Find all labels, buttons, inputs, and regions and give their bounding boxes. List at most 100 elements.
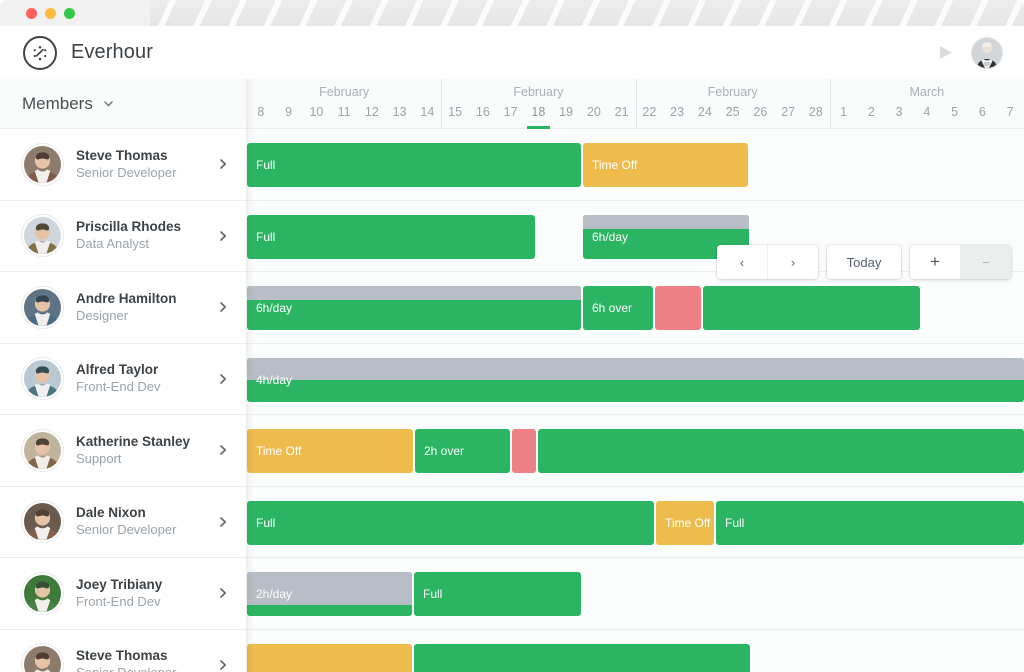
- today-button[interactable]: Today: [827, 245, 901, 279]
- month-label: February: [319, 85, 370, 99]
- day-label[interactable]: 12: [358, 105, 386, 129]
- member-role: Front-End Dev: [76, 379, 161, 395]
- allocation-bar[interactable]: [247, 643, 412, 672]
- chevron-right-icon[interactable]: [216, 443, 230, 457]
- member-row[interactable]: Katherine Stanley Support: [0, 415, 246, 487]
- allocation-bar[interactable]: [538, 429, 1024, 473]
- day-label[interactable]: 25: [719, 105, 747, 129]
- timeline-panel[interactable]: FebruaryFebruaryFebruaryMarchMarch 89101…: [247, 79, 1024, 672]
- day-label[interactable]: 22: [636, 105, 664, 129]
- day-label[interactable]: 13: [386, 105, 414, 129]
- day-label[interactable]: 27: [774, 105, 802, 129]
- allocation-bar[interactable]: [655, 286, 701, 330]
- allocation-bar[interactable]: [703, 286, 920, 330]
- allocation-bar[interactable]: Time Off: [247, 429, 413, 473]
- allocation-bar[interactable]: Full: [247, 143, 581, 187]
- member-role: Data Analyst: [76, 236, 149, 252]
- timeline-rows[interactable]: Full Time Off Full 6h/day 6h/day 6h over 4h/da…: [247, 129, 1024, 672]
- day-label[interactable]: 4: [913, 105, 941, 129]
- day-label[interactable]: 1: [830, 105, 858, 129]
- day-label[interactable]: 8: [247, 105, 275, 129]
- chevron-right-icon[interactable]: [216, 372, 230, 386]
- day-label[interactable]: 28: [802, 105, 830, 129]
- timeline-toolbar[interactable]: ‹ › Today + −: [717, 245, 1011, 279]
- next-period-button[interactable]: ›: [767, 245, 818, 279]
- zoom-in-button[interactable]: +: [910, 245, 960, 279]
- zoom-out-button[interactable]: −: [960, 245, 1011, 279]
- day-label[interactable]: 16: [469, 105, 497, 129]
- zoom-group[interactable]: + −: [910, 245, 1011, 279]
- day-label[interactable]: 6: [969, 105, 997, 129]
- day-label[interactable]: 23: [663, 105, 691, 129]
- day-label[interactable]: 26: [747, 105, 775, 129]
- previous-period-button[interactable]: ‹: [717, 245, 767, 279]
- day-label[interactable]: 15: [441, 105, 469, 129]
- user-avatar[interactable]: [971, 36, 1003, 69]
- day-label[interactable]: 14: [414, 105, 442, 129]
- chevron-right-icon[interactable]: [216, 157, 230, 171]
- member-row[interactable]: Dale Nixon Senior Developer: [0, 486, 246, 558]
- minimize-window-button[interactable]: [45, 8, 56, 19]
- timeline-nav-group[interactable]: ‹ ›: [717, 245, 818, 279]
- timeline-row[interactable]: 4h/day: [247, 343, 1024, 415]
- day-label[interactable]: 3: [885, 105, 913, 129]
- chevron-right-icon[interactable]: [216, 300, 230, 314]
- today-group[interactable]: Today: [827, 245, 901, 279]
- timeline-row[interactable]: Time Off 2h over: [247, 415, 1024, 487]
- member-row[interactable]: Steve ThomasSenior Developer: [0, 629, 246, 672]
- allocation-bar[interactable]: Full: [414, 572, 581, 616]
- allocation-bar[interactable]: Full: [716, 500, 1024, 545]
- allocation-bar[interactable]: 6h/day: [247, 286, 581, 330]
- member-info: Steve ThomasSenior Developer: [76, 647, 176, 672]
- day-label[interactable]: 9: [275, 105, 303, 129]
- members-header[interactable]: Members: [0, 79, 246, 129]
- member-row[interactable]: Andre Hamilton Designer: [0, 272, 246, 344]
- member-role: Front-End Dev: [76, 593, 161, 609]
- day-label[interactable]: 24: [691, 105, 719, 129]
- day-label[interactable]: 19: [552, 105, 580, 129]
- allocation-bar[interactable]: [512, 429, 536, 473]
- allocation-bar[interactable]: Time Off: [583, 143, 748, 187]
- allocation-label: Full: [256, 158, 276, 172]
- day-label[interactable]: 5: [941, 105, 969, 129]
- member-avatar: [22, 572, 63, 614]
- timeline-row[interactable]: 2h/day Full: [247, 558, 1024, 630]
- window-controls[interactable]: [26, 8, 75, 19]
- allocation-bar[interactable]: 4h/day: [247, 357, 1024, 402]
- timeline-row[interactable]: [247, 629, 1024, 672]
- allocation-bar[interactable]: 2h over: [415, 429, 510, 473]
- play-triangle-icon[interactable]: [935, 42, 957, 64]
- timeline-row[interactable]: Full Time Off Full: [247, 486, 1024, 558]
- chevron-right-icon[interactable]: [216, 515, 230, 529]
- timeline-row[interactable]: Full Time Off: [247, 129, 1024, 201]
- chevron-right-icon[interactable]: [216, 229, 230, 243]
- member-row[interactable]: Priscilla Rhodes Data Analyst: [0, 200, 246, 272]
- day-label[interactable]: 11: [330, 105, 358, 129]
- allocation-bar[interactable]: 2h/day: [247, 572, 412, 616]
- day-label[interactable]: 20: [580, 105, 608, 129]
- allocation-label: 6h/day: [256, 301, 293, 315]
- member-name: Katherine Stanley: [76, 433, 191, 449]
- allocation-bar[interactable]: Time Off: [656, 500, 714, 545]
- day-label[interactable]: 7: [996, 105, 1024, 129]
- timeline-row[interactable]: 6h/day 6h over: [247, 272, 1024, 344]
- timeline-header: FebruaryFebruaryFebruaryMarchMarch 89101…: [247, 79, 1024, 129]
- chevron-right-icon[interactable]: [216, 586, 230, 600]
- close-window-button[interactable]: [26, 8, 37, 19]
- member-info: Steve ThomasSenior Developer: [76, 147, 176, 182]
- allocation-bar[interactable]: Full: [247, 500, 654, 545]
- allocation-bar[interactable]: 6h over: [583, 286, 653, 330]
- allocation-bar[interactable]: [414, 643, 750, 672]
- chevron-down-icon[interactable]: [102, 97, 115, 110]
- member-name: Alfred Taylor: [76, 362, 159, 378]
- member-row[interactable]: Joey Tribiany Front-End Dev: [0, 558, 246, 630]
- member-row[interactable]: Alfred Taylor Front-End Dev: [0, 343, 246, 415]
- allocation-bar[interactable]: Full: [247, 214, 535, 259]
- chevron-right-icon[interactable]: [216, 658, 230, 672]
- day-label[interactable]: 21: [608, 105, 636, 129]
- day-label[interactable]: 10: [303, 105, 331, 129]
- day-label[interactable]: 2: [858, 105, 886, 129]
- maximize-window-button[interactable]: [64, 8, 75, 19]
- member-row[interactable]: Steve ThomasSenior Developer: [0, 129, 246, 201]
- day-label[interactable]: 17: [497, 105, 525, 129]
